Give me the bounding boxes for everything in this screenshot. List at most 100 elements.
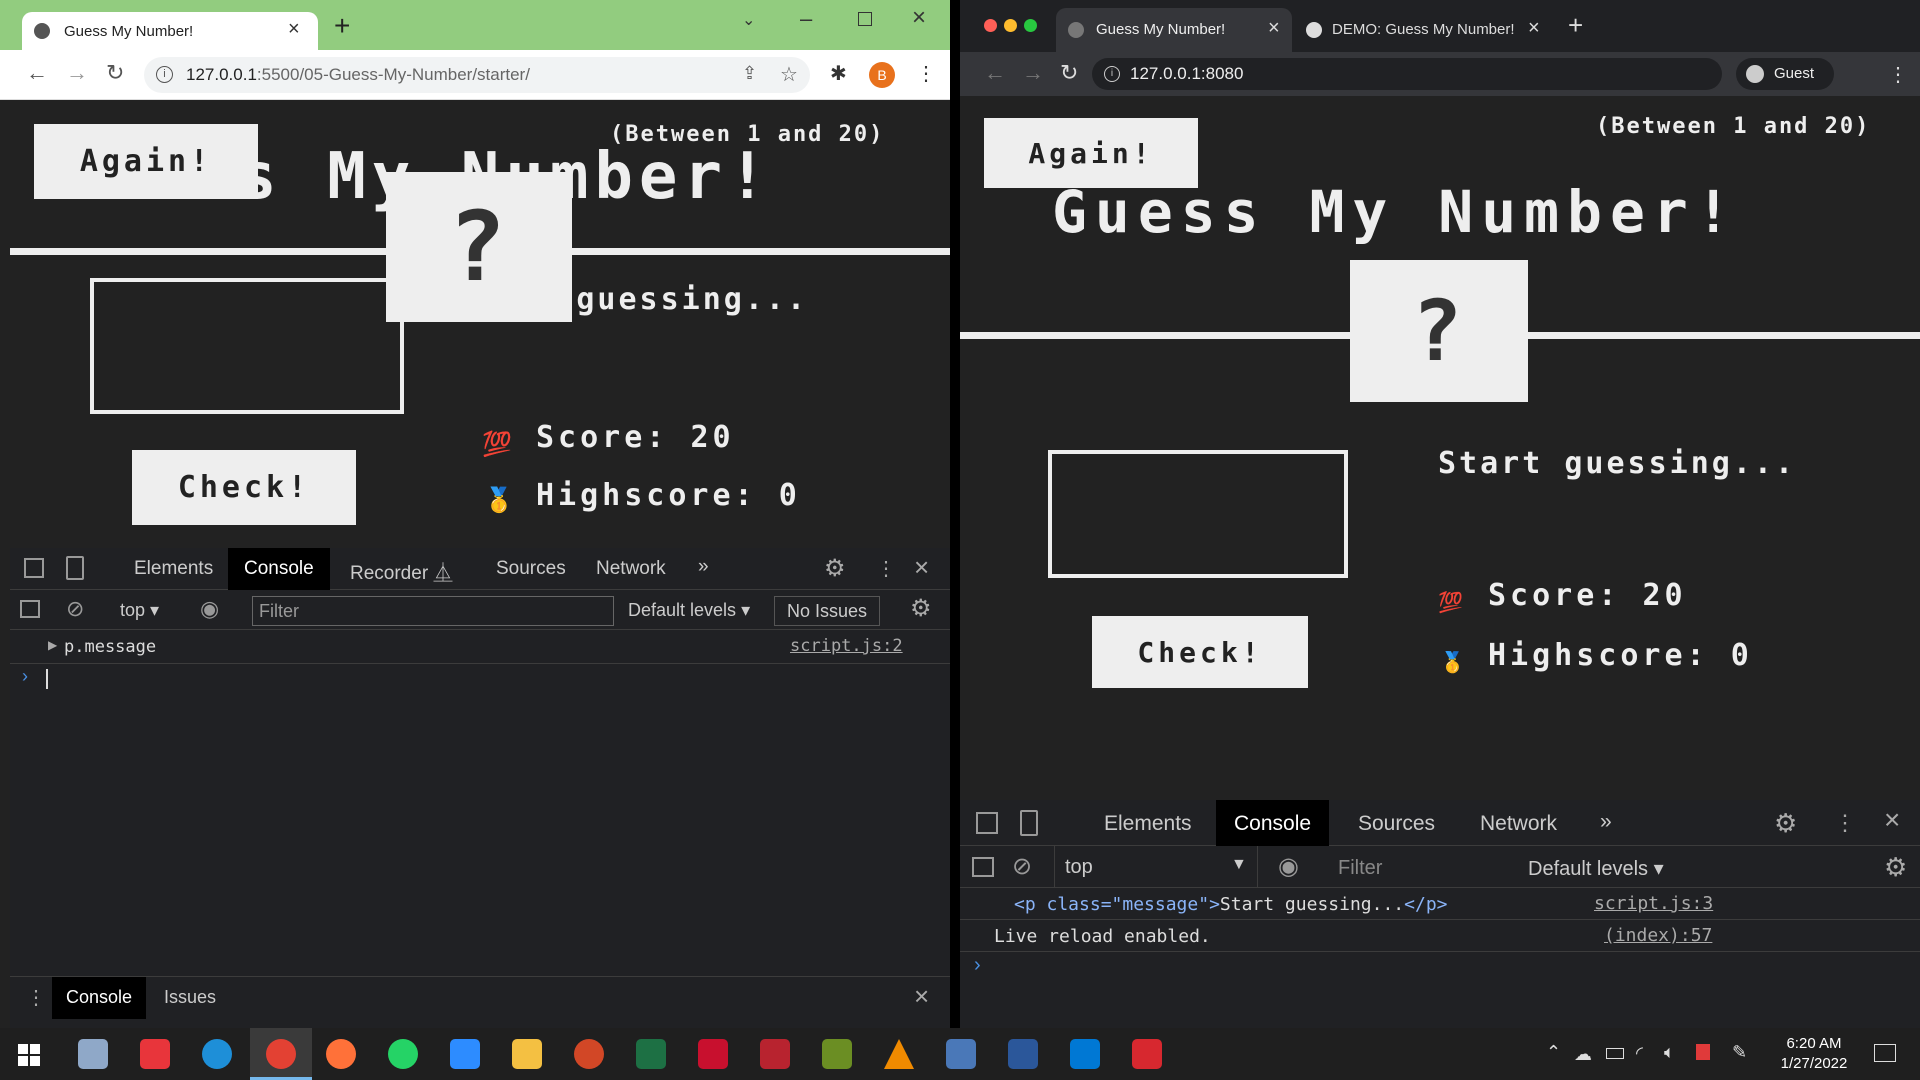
devtools-tab-sources[interactable]: Sources — [496, 558, 566, 580]
profile-avatar[interactable]: B — [869, 62, 895, 88]
devtools-menu-icon[interactable]: ⋮ — [876, 556, 896, 581]
devtools-tab-network[interactable]: Network — [1480, 812, 1557, 836]
check-button[interactable]: Check! — [1092, 616, 1308, 688]
extensions-puzzle-icon[interactable]: ✱ — [830, 61, 847, 86]
chrome-menu-icon[interactable]: ⋮ — [916, 61, 936, 86]
console-settings-gear-icon[interactable]: ⚙ — [910, 594, 932, 623]
guess-input[interactable] — [90, 278, 404, 414]
star-bookmark-icon[interactable]: ☆ — [780, 62, 798, 87]
anydesk-icon[interactable] — [140, 1039, 170, 1069]
sidebar-toggle-icon[interactable] — [972, 857, 994, 877]
pdf-reader-icon[interactable] — [698, 1039, 728, 1069]
forward-arrow-icon[interactable]: → — [66, 62, 88, 84]
volume-icon[interactable]: 🔈︎ — [1664, 1042, 1675, 1063]
acrobat-icon[interactable] — [1132, 1039, 1162, 1069]
inspect-element-icon[interactable] — [976, 812, 998, 834]
right-tab-1[interactable]: Guess My Number! × — [1056, 8, 1292, 52]
back-arrow-icon[interactable]: ← — [26, 62, 48, 84]
devtools-tab-elements[interactable]: Elements — [134, 558, 213, 580]
file-explorer-icon[interactable] — [512, 1039, 542, 1069]
close-tab-icon[interactable]: × — [1528, 17, 1540, 40]
whatsapp-icon[interactable] — [388, 1039, 418, 1069]
et-app-icon[interactable] — [760, 1039, 790, 1069]
powerpoint-icon[interactable] — [574, 1039, 604, 1069]
context-select[interactable]: top ▾ — [120, 600, 159, 621]
vlc-icon[interactable] — [884, 1039, 914, 1069]
more-tabs-icon[interactable]: » — [1600, 810, 1612, 834]
settings-gear-icon[interactable]: ⚙ — [824, 554, 846, 583]
firefox-icon[interactable] — [326, 1039, 356, 1069]
chrome-menu-icon[interactable]: ⋮ — [1888, 62, 1908, 87]
device-toolbar-icon[interactable] — [66, 556, 84, 580]
close-window-button[interactable]: × — [912, 4, 926, 32]
word-icon[interactable] — [1008, 1039, 1038, 1069]
guest-profile-chip[interactable]: Guest — [1736, 58, 1834, 90]
tab-search-icon[interactable]: ⌄ — [742, 10, 755, 30]
log-source-link[interactable]: (index):57 — [1604, 925, 1712, 946]
drawer-menu-icon[interactable]: ⋮ — [26, 985, 46, 1010]
devtools-tab-network[interactable]: Network — [596, 558, 666, 580]
windows-start-icon[interactable] — [18, 1044, 40, 1066]
address-bar[interactable]: i 127.0.0.1:8080 — [1092, 58, 1722, 90]
devtools-tab-elements[interactable]: Elements — [1104, 812, 1192, 836]
prompt-chevron-icon[interactable]: › — [974, 954, 981, 977]
vscode-icon[interactable] — [1070, 1039, 1100, 1069]
system-app-icon[interactable] — [78, 1039, 108, 1069]
again-button[interactable]: Again! — [34, 124, 258, 199]
console-settings-gear-icon[interactable]: ⚙ — [1884, 852, 1907, 883]
minimize-traffic-light[interactable] — [1004, 19, 1017, 32]
check-button[interactable]: Check! — [132, 450, 356, 525]
reload-icon[interactable]: ↻ — [1060, 62, 1078, 84]
more-tabs-icon[interactable]: » — [698, 556, 709, 578]
log-entry-element[interactable]: <p class="message">Start guessing...</p> — [1014, 894, 1448, 915]
console-prompt[interactable]: › — [10, 664, 950, 694]
notification-app-icon[interactable] — [1696, 1044, 1710, 1060]
log-source-link[interactable]: script.js:3 — [1594, 893, 1713, 914]
share-icon[interactable]: ⇪ — [742, 63, 757, 84]
guess-input[interactable] — [1048, 450, 1348, 578]
drawer-tab-console[interactable]: Console — [52, 977, 147, 1019]
sidebar-toggle-icon[interactable] — [20, 600, 40, 618]
forward-arrow-icon[interactable]: → — [1022, 62, 1044, 84]
devtools-tab-sources[interactable]: Sources — [1358, 812, 1435, 836]
clear-console-icon[interactable]: ⊘ — [1012, 852, 1032, 881]
drawer-tab-issues[interactable]: Issues — [164, 987, 216, 1008]
new-tab-button[interactable]: + — [1568, 12, 1583, 38]
remote-desktop-icon[interactable] — [946, 1039, 976, 1069]
close-tab-icon[interactable]: × — [1268, 17, 1280, 40]
zoom-traffic-light[interactable] — [1024, 19, 1037, 32]
minimize-button[interactable]: – — [800, 6, 812, 32]
zoom-icon[interactable] — [450, 1039, 480, 1069]
close-devtools-icon[interactable]: × — [914, 552, 929, 583]
clear-console-icon[interactable]: ⊘ — [66, 596, 84, 622]
tool-app-icon[interactable] — [822, 1039, 852, 1069]
new-tab-button[interactable]: + — [334, 12, 350, 40]
log-entry-text[interactable]: p.message — [64, 637, 156, 657]
close-drawer-icon[interactable]: × — [914, 981, 929, 1012]
chrome-icon[interactable] — [266, 1039, 296, 1069]
devtools-tab-console[interactable]: Console — [228, 548, 330, 590]
devtools-menu-icon[interactable]: ⋮ — [1834, 810, 1856, 836]
show-hidden-icons-icon[interactable]: ⌃ — [1546, 1042, 1561, 1063]
right-tab-2[interactable]: DEMO: Guess My Number! × — [1300, 8, 1550, 52]
expand-triangle-icon[interactable]: ▶ — [48, 638, 57, 652]
address-bar[interactable]: i 127.0.0.1:5500/05-Guess-My-Number/star… — [144, 57, 810, 93]
pen-icon[interactable]: ✎ — [1732, 1042, 1747, 1063]
action-center-icon[interactable] — [1874, 1044, 1896, 1062]
close-traffic-light[interactable] — [984, 19, 997, 32]
console-filter-input[interactable]: Filter — [252, 596, 614, 626]
battery-icon[interactable] — [1606, 1048, 1624, 1059]
back-arrow-icon[interactable]: ← — [984, 62, 1006, 84]
close-devtools-icon[interactable]: × — [1884, 804, 1900, 836]
wifi-icon[interactable]: ◜ — [1636, 1043, 1643, 1064]
devtools-tab-console[interactable]: Console — [1216, 800, 1330, 846]
excel-icon[interactable] — [636, 1039, 666, 1069]
maximize-button[interactable] — [858, 12, 872, 26]
log-source-link[interactable]: script.js:2 — [790, 636, 903, 656]
live-expression-eye-icon[interactable]: ◉ — [200, 596, 219, 622]
devtools-tab-recorder[interactable]: Recorder ⏅ — [350, 558, 452, 585]
onedrive-icon[interactable]: ☁ — [1574, 1044, 1592, 1065]
left-tab-guess-my-number[interactable]: Guess My Number! × — [22, 12, 318, 50]
issues-counter[interactable]: No Issues — [774, 596, 881, 626]
settings-gear-icon[interactable]: ⚙ — [1774, 808, 1797, 839]
